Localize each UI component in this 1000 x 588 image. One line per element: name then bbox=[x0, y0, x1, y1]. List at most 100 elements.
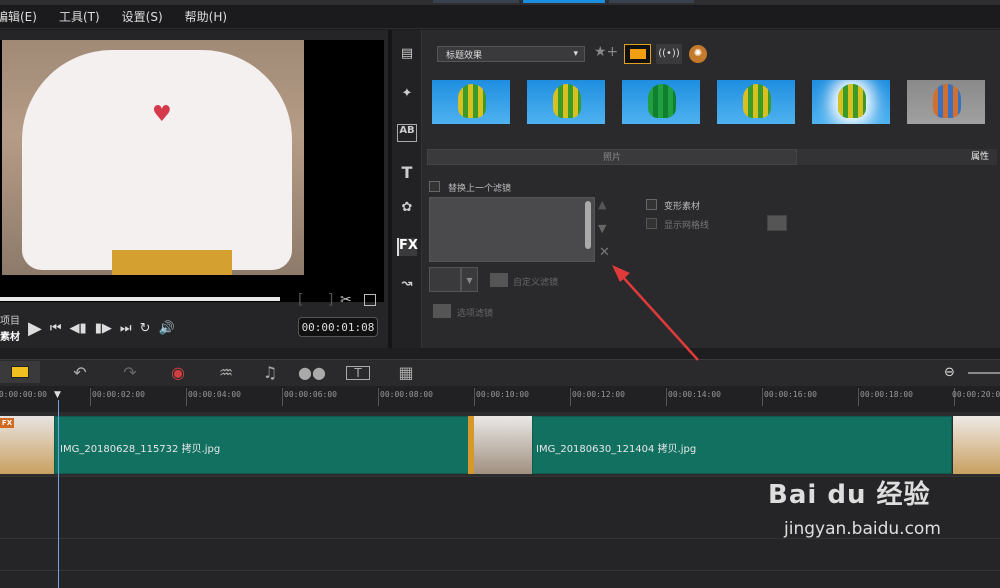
baidu-logo: Bai du 经验 bbox=[768, 480, 931, 510]
subtitle-icon[interactable]: T bbox=[346, 366, 370, 380]
remove-filter-icon[interactable]: ✕ bbox=[599, 245, 610, 260]
skirt-shape bbox=[112, 250, 232, 275]
menu-item-help[interactable]: 帮助(H) bbox=[185, 8, 227, 25]
redo-icon[interactable]: ↷ bbox=[118, 363, 142, 382]
audio-filter-icon[interactable]: ((•)) bbox=[656, 44, 682, 64]
ruler-tick-label: 00:00:04:00 bbox=[188, 390, 241, 399]
ruler-tick-label: 00:00:20:00 bbox=[952, 390, 1000, 399]
ruler-tick-label: 00:00:16:00 bbox=[764, 390, 817, 399]
deform-clip-checkbox[interactable] bbox=[646, 199, 657, 210]
playhead-handle[interactable]: ▼ bbox=[54, 390, 61, 400]
ruler-tick bbox=[90, 388, 91, 406]
video-filter-icon[interactable] bbox=[624, 44, 651, 64]
filter-thumbnail[interactable] bbox=[907, 80, 985, 124]
chevron-down-icon: ▾ bbox=[573, 49, 578, 59]
prev-frame-icon[interactable]: ◀▮ bbox=[70, 321, 87, 336]
scissors-icon[interactable]: ✂ bbox=[340, 292, 352, 308]
repeat-icon[interactable]: ↻ bbox=[140, 321, 151, 336]
trim-markers[interactable]: [ ] bbox=[298, 292, 343, 308]
tab-photo[interactable]: 照片 bbox=[427, 149, 797, 165]
copy-icon[interactable] bbox=[364, 294, 376, 306]
ruler-tick-label: 00:00:18:00 bbox=[860, 390, 913, 399]
menu-bar: 编辑(E) 工具(T) 设置(S) 帮助(H) bbox=[0, 5, 1000, 29]
store-icon[interactable]: ✺ bbox=[689, 45, 707, 63]
show-grid-label: 显示网格线 bbox=[664, 221, 710, 231]
ruler-tick-label: 00:00:00:00 bbox=[0, 390, 47, 399]
graphics-icon[interactable]: ✿ bbox=[397, 200, 417, 218]
move-up-icon[interactable]: ▲ bbox=[598, 198, 606, 211]
heart-icon: ♥ bbox=[152, 102, 172, 127]
menu-item-settings[interactable]: 设置(S) bbox=[122, 8, 163, 25]
timecode-display[interactable]: 00:00:01:08 bbox=[298, 317, 378, 337]
gallery-dropdown[interactable]: 标题效果 ▾ bbox=[437, 46, 585, 62]
filter-thumbnail[interactable] bbox=[527, 80, 605, 124]
clip-thumbnail[interactable] bbox=[953, 416, 1000, 474]
clip-mode-label[interactable]: 素材 bbox=[0, 328, 20, 343]
go-end-icon[interactable]: ⏭ bbox=[120, 321, 132, 336]
instant-project-icon[interactable]: ✦ bbox=[397, 86, 417, 104]
clip-name: IMG_20180630_121404 拷贝.jpg bbox=[536, 444, 697, 455]
playhead-line bbox=[58, 400, 59, 588]
ruler-tick-label: 00:00:06:00 bbox=[284, 390, 337, 399]
track-divider bbox=[0, 570, 1000, 571]
ruler-tick-label: 00:00:08:00 bbox=[380, 390, 433, 399]
ruler-tick bbox=[570, 388, 571, 406]
show-grid-checkbox[interactable] bbox=[646, 218, 657, 229]
filter-fx-icon[interactable]: FX bbox=[397, 238, 418, 256]
multi-camera-icon[interactable]: ▦ bbox=[394, 363, 418, 382]
filter-thumbnail[interactable] bbox=[812, 80, 890, 124]
ruler-tick bbox=[282, 388, 283, 406]
motion-tracking-icon[interactable]: ●● bbox=[298, 363, 326, 382]
zoom-out-icon[interactable]: ⊖ bbox=[944, 365, 955, 380]
project-mode-label[interactable]: 项目 bbox=[0, 312, 20, 327]
auto-music-icon[interactable]: ♫ bbox=[258, 363, 282, 382]
path-icon[interactable]: ↝ bbox=[397, 276, 417, 294]
library-sidebar: ▤ ✦ AB T ✿ FX ↝ bbox=[392, 30, 422, 348]
timeline-view-button[interactable] bbox=[0, 361, 40, 383]
play-icon[interactable]: ▶ bbox=[28, 318, 42, 339]
fx-badge: FX bbox=[0, 418, 14, 428]
add-favorite-icon[interactable]: ★+ bbox=[594, 44, 618, 60]
audio-mixer-icon[interactable]: ♒ bbox=[214, 363, 238, 382]
ruler-tick bbox=[858, 388, 859, 406]
preview-window: ♥ bbox=[0, 40, 384, 302]
top-tab-segment bbox=[433, 0, 519, 3]
custom-filter-label[interactable]: 自定义滤镜 bbox=[513, 275, 558, 288]
undo-icon[interactable]: ↶ bbox=[68, 363, 92, 382]
ruler-tick-label: 00:00:12:00 bbox=[572, 390, 625, 399]
transition-icon[interactable]: AB bbox=[397, 124, 417, 142]
media-icon[interactable]: ▤ bbox=[397, 46, 417, 64]
chevron-down-icon[interactable]: ▼ bbox=[461, 267, 478, 292]
menu-item-tools[interactable]: 工具(T) bbox=[59, 8, 100, 25]
menu-item-edit[interactable]: 编辑(E) bbox=[0, 8, 37, 25]
options-filter-icon[interactable] bbox=[433, 304, 451, 318]
options-filter-label[interactable]: 选项滤镜 bbox=[457, 306, 493, 319]
filter-thumbnail[interactable] bbox=[432, 80, 510, 124]
ruler-tick bbox=[186, 388, 187, 406]
move-down-icon[interactable]: ▼ bbox=[598, 222, 606, 235]
filter-list-scrollbar[interactable] bbox=[585, 201, 591, 249]
zoom-slider[interactable] bbox=[968, 372, 1000, 374]
filter-thumbnail[interactable] bbox=[717, 80, 795, 124]
ruler-tick-label: 00:00:14:00 bbox=[668, 390, 721, 399]
replace-filter-checkbox[interactable] bbox=[429, 181, 440, 192]
title-icon[interactable]: T bbox=[397, 163, 417, 182]
preview-scrubber[interactable] bbox=[0, 297, 280, 301]
timeline-toolbar bbox=[0, 359, 1000, 386]
volume-icon[interactable]: 🔊 bbox=[158, 321, 174, 336]
go-start-icon[interactable]: ⏮ bbox=[50, 321, 62, 336]
next-frame-icon[interactable]: ▮▶ bbox=[95, 321, 112, 336]
preview-image: ♥ bbox=[2, 40, 304, 275]
custom-filter-icon[interactable] bbox=[490, 273, 508, 287]
dropdown-value: 标题效果 bbox=[446, 50, 483, 61]
grid-settings-icon[interactable] bbox=[767, 215, 787, 231]
ruler-tick bbox=[762, 388, 763, 406]
applied-filter-list[interactable] bbox=[429, 197, 595, 262]
clip-thumbnail[interactable] bbox=[474, 416, 532, 474]
tab-attributes[interactable]: 属性 bbox=[800, 149, 997, 165]
filter-thumbnail[interactable] bbox=[622, 80, 700, 124]
playback-controls: ▶ ⏮ ◀▮ ▮▶ ⏭ ↻ 🔊 bbox=[28, 318, 175, 339]
preset-selector[interactable] bbox=[429, 267, 461, 292]
deform-clip-label: 变形素材 bbox=[664, 202, 701, 212]
record-icon[interactable]: ◉ bbox=[166, 363, 190, 382]
